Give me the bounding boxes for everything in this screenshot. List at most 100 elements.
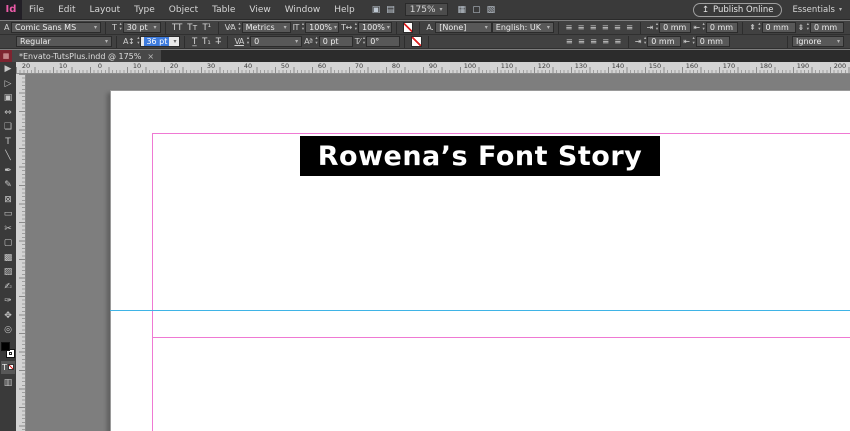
rectangle-frame-tool[interactable]: ⊠ <box>0 193 16 208</box>
justify-right-icon[interactable]: ≡ <box>624 23 636 33</box>
workspace-switcher[interactable]: Essentials ▾ <box>792 5 842 15</box>
align-right-icon[interactable]: ≡ <box>587 23 599 33</box>
superscript-icon[interactable]: T¹ <box>200 23 214 33</box>
fill-swatch[interactable] <box>1 341 10 351</box>
justify-left-icon[interactable]: ≡ <box>599 23 611 33</box>
indent-left-field[interactable]: 0 mm <box>659 22 692 33</box>
margin-guide-left[interactable] <box>152 133 153 431</box>
paragraph-options-icon[interactable]: ≡ <box>612 37 624 47</box>
menu-item[interactable]: Window <box>278 0 328 20</box>
menu-item[interactable]: Type <box>127 0 162 20</box>
free-transform-tool[interactable]: ▢ <box>0 236 16 251</box>
leading-stepper[interactable]: ▴ ▾ <box>137 36 139 46</box>
margin-guide-bottom[interactable] <box>152 337 850 338</box>
leading-field[interactable]: 36 pt ▾ <box>140 36 181 47</box>
font-size-stepper[interactable]: ▴ ▾ <box>119 22 121 32</box>
space-before-stepper[interactable]: ▴ ▾ <box>758 22 760 32</box>
last-line-indent-field[interactable]: 0 mm <box>695 36 730 47</box>
zoom-level-select[interactable]: 175% ▾ <box>404 3 448 16</box>
character-stroke-swatch[interactable] <box>411 36 423 47</box>
kerning-stepper[interactable]: ▴ ▾ <box>238 22 240 32</box>
vertical-ruler[interactable] <box>16 74 26 431</box>
horizontal-scale-stepper[interactable]: ▴ ▾ <box>355 22 357 32</box>
formatting-affects-text-button[interactable]: T <box>1 360 15 374</box>
space-after-field[interactable]: 0 mm <box>810 22 844 33</box>
close-icon[interactable]: × <box>147 52 154 61</box>
language-select[interactable]: English: UK ▾ <box>491 22 554 33</box>
gpu-performance-icon[interactable]: ▤ <box>386 5 395 15</box>
scissors-tool[interactable]: ✂ <box>0 222 16 237</box>
document-canvas[interactable]: Rowena’s Font Story <box>26 74 850 431</box>
preview-mode-icon[interactable]: ▣ <box>372 5 381 15</box>
baseline-shift-stepper[interactable]: ▴ ▾ <box>315 36 317 46</box>
hand-tool[interactable]: ✥ <box>0 309 16 324</box>
first-line-indent-stepper[interactable]: ▴ ▾ <box>644 36 646 46</box>
character-style-select[interactable]: [None] ▾ <box>435 22 492 33</box>
direct-selection-tool[interactable]: ▷ <box>0 77 16 92</box>
zoom-tool[interactable]: ◎ <box>0 323 16 338</box>
pen-tool[interactable]: ✒ <box>0 164 16 179</box>
line-tool[interactable]: ╲ <box>0 149 16 164</box>
gap-tool[interactable]: ⇔ <box>0 106 16 121</box>
balance-ragged-lines-icon[interactable]: ≡ <box>600 37 612 47</box>
screen-mode-button[interactable]: ▥ <box>4 378 13 388</box>
note-tool[interactable]: ✍ <box>0 280 16 295</box>
space-before-field[interactable]: 0 mm <box>761 22 796 33</box>
indent-right-stepper[interactable]: ▴ ▾ <box>703 22 705 32</box>
ruler-guide[interactable] <box>110 310 850 311</box>
kerning-select[interactable]: Metrics ▾ <box>241 22 291 33</box>
title-text-frame[interactable]: Rowena’s Font Story <box>300 136 660 176</box>
font-size-field[interactable]: 30 pt ▾ <box>122 22 161 33</box>
character-color-swatch[interactable] <box>403 22 414 33</box>
menu-item[interactable]: Edit <box>51 0 82 20</box>
tracking-field[interactable]: 0 ▾ <box>250 36 303 47</box>
strikethrough-icon[interactable]: T̶ <box>213 37 223 47</box>
pencil-tool[interactable]: ✎ <box>0 178 16 193</box>
last-line-indent-stepper[interactable]: ▴ ▾ <box>692 36 694 46</box>
type-tool[interactable]: T <box>0 135 16 150</box>
fill-stroke-swatches[interactable] <box>1 341 15 358</box>
skew-stepper[interactable]: ▴ ▾ <box>363 36 365 46</box>
document-tab[interactable]: *Envato-TutsPlus.indd @ 175% × <box>12 50 162 62</box>
underline-icon[interactable]: T̲ <box>189 37 199 47</box>
justify-center-icon[interactable]: ≡ <box>611 23 623 33</box>
horizontal-scale-field[interactable]: 100% ▾ <box>358 22 393 33</box>
menu-item[interactable]: View <box>242 0 277 20</box>
vertical-scale-field[interactable]: 100% ▾ <box>305 22 340 33</box>
menu-item[interactable]: Help <box>327 0 362 20</box>
publish-online-button[interactable]: ↥ Publish Online <box>692 2 783 17</box>
selection-tool[interactable]: ▶ <box>0 62 16 77</box>
content-collector-tool[interactable]: ❏ <box>0 120 16 135</box>
tracking-stepper[interactable]: ▴ ▾ <box>247 36 249 46</box>
gradient-swatch-tool[interactable]: ▩ <box>0 251 16 266</box>
align-away-from-spine-icon[interactable]: ≡ <box>587 37 599 47</box>
small-caps-icon[interactable]: Tᴛ <box>185 23 200 33</box>
character-formatting-icon[interactable]: A <box>4 23 9 32</box>
all-caps-icon[interactable]: TT <box>170 23 185 33</box>
menu-item[interactable]: Table <box>205 0 242 20</box>
font-style-select[interactable]: Regular ▾ <box>16 36 112 47</box>
arrange-documents-icon[interactable]: ▧ <box>487 5 496 15</box>
subscript-icon[interactable]: T₁ <box>200 37 214 47</box>
font-family-select[interactable]: Comic Sans MS ▾ <box>10 22 102 33</box>
first-line-indent-field[interactable]: 0 mm <box>647 36 682 47</box>
page-tool[interactable]: ▣ <box>0 91 16 106</box>
align-towards-spine-icon[interactable]: ≡ <box>575 37 587 47</box>
indent-right-field[interactable]: 0 mm <box>705 22 739 33</box>
margin-guide-top[interactable] <box>152 133 850 134</box>
menu-item[interactable]: File <box>22 0 51 20</box>
menu-item[interactable]: Object <box>162 0 205 20</box>
view-options-icon[interactable]: ▦ <box>458 5 467 15</box>
align-center-icon[interactable]: ≡ <box>575 23 587 33</box>
justify-all-icon[interactable]: ≡ <box>563 37 575 47</box>
rectangle-tool[interactable]: ▭ <box>0 207 16 222</box>
gradient-feather-tool[interactable]: ▨ <box>0 265 16 280</box>
baseline-shift-field[interactable]: 0 pt <box>318 36 353 47</box>
vertical-justification-select[interactable]: Ignore ▾ <box>792 36 844 47</box>
menu-item[interactable]: Layout <box>83 0 128 20</box>
horizontal-ruler[interactable]: 20 10 0 10 20 30 40 50 60 70 80 90 100 110 120 130 140 15… <box>16 62 850 74</box>
eyedropper-tool[interactable]: ✑ <box>0 294 16 309</box>
space-after-stepper[interactable]: ▴ ▾ <box>807 22 809 32</box>
screen-mode-icon[interactable]: ▢ <box>472 5 481 15</box>
vertical-scale-stepper[interactable]: ▴ ▾ <box>302 22 304 32</box>
